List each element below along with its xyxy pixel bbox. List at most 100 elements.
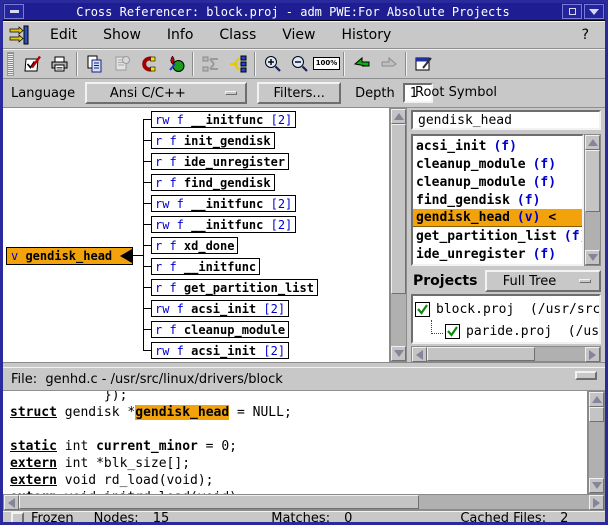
scroll-down-button[interactable]: [589, 478, 604, 493]
graph-node[interactable]: r f __initfunc: [151, 258, 260, 275]
project-tree-item[interactable]: paride.proj (/usr/src: [415, 320, 599, 342]
window-menu-button[interactable]: [4, 4, 24, 19]
history-back-icon: [352, 54, 372, 74]
graph-collapse-button[interactable]: [197, 51, 224, 77]
project-tree-item[interactable]: block.proj (/usr/src/lin: [415, 298, 599, 320]
magnet-mode-button[interactable]: [135, 51, 162, 77]
language-select[interactable]: Ansi C/C++: [85, 82, 247, 104]
root-arrow-icon: [120, 249, 132, 263]
properties-button[interactable]: [410, 51, 437, 77]
code-vertical-scrollbar[interactable]: [588, 391, 605, 494]
graph-branch-line: [143, 308, 151, 309]
scroll-thumb[interactable]: [391, 124, 406, 294]
shade-button[interactable]: [584, 4, 604, 19]
scroll-trough: [391, 294, 406, 346]
scroll-up-button[interactable]: [391, 109, 406, 124]
sash-handle[interactable]: [575, 371, 597, 380]
code-line: struct gendisk *gendisk_head = NULL;: [10, 404, 292, 421]
status-bar: Frozen Nodes: 15 Matches: 0 Cached Files…: [3, 510, 605, 525]
graph-canvas[interactable]: rw f __initfunc [2] r f init_gendiskr f i…: [3, 108, 390, 362]
scroll-right-button[interactable]: [585, 347, 600, 362]
app-icon: [7, 24, 31, 46]
symbol-list-item[interactable]: ide_unregister(f): [413, 245, 582, 263]
symbol-list-item[interactable]: find_gendisk(f): [413, 191, 582, 209]
scroll-left-button[interactable]: [412, 347, 427, 362]
graph-node[interactable]: r f get_partition_list: [151, 279, 318, 296]
symbol-list-scrollbar[interactable]: [584, 134, 601, 266]
copy-button[interactable]: [81, 51, 108, 77]
scroll-down-button[interactable]: [585, 250, 600, 265]
frozen-checkbox[interactable]: [11, 512, 24, 525]
projects-tree: block.proj (/usr/src/linparide.proj (/us…: [411, 294, 601, 344]
scroll-right-button[interactable]: [589, 495, 604, 510]
symbol-list-item[interactable]: cleanup_module(f): [413, 155, 582, 173]
projects-horizontal-scrollbar[interactable]: [411, 346, 601, 362]
graph-branch-line: [143, 329, 151, 330]
symbol-list-item[interactable]: get_partition_list(f): [413, 227, 582, 245]
scroll-down-button[interactable]: [391, 346, 406, 361]
code-horizontal-scrollbar[interactable]: [3, 494, 605, 510]
filters-button[interactable]: Filters...: [257, 82, 341, 104]
maximize-button[interactable]: [562, 4, 582, 19]
graph-node[interactable]: r f ide_unregister: [151, 153, 289, 170]
graph-node[interactable]: r f init_gendisk: [151, 132, 275, 149]
zoom-out-button[interactable]: [286, 51, 313, 77]
symbol-list-item[interactable]: gendisk_head(v)<: [413, 209, 582, 227]
graph-branch-line: [143, 203, 151, 204]
print-icon: [50, 54, 70, 74]
graph-node[interactable]: r f find_gendisk: [151, 174, 275, 191]
graph-node[interactable]: r f xd_done: [151, 237, 238, 254]
magnet-mode-icon: [139, 54, 159, 74]
scroll-thumb[interactable]: [19, 495, 419, 509]
edit-annotation-button[interactable]: [19, 51, 46, 77]
scroll-up-button[interactable]: [589, 392, 604, 407]
graph-vertical-scrollbar[interactable]: [390, 108, 407, 362]
arrow-up-icon: [592, 396, 602, 403]
history-forward-button[interactable]: [375, 51, 402, 77]
project-checkbox[interactable]: [415, 302, 430, 317]
cached-files-value: 2: [560, 511, 568, 525]
scroll-thumb[interactable]: [427, 347, 535, 361]
scroll-thumb[interactable]: [585, 150, 600, 212]
symbol-list: acsi_init(f)cleanup_module(f)cleanup_mod…: [411, 134, 584, 266]
menu-show[interactable]: Show: [90, 24, 154, 46]
cached-files-label: Cached Files:: [460, 511, 546, 525]
graph-root-node[interactable]: v gendisk_head: [6, 247, 133, 265]
symbol-list-item[interactable]: cleanup_module(f): [413, 173, 582, 191]
graph-expand-button[interactable]: [224, 51, 251, 77]
menu-help[interactable]: ?: [574, 24, 597, 46]
highlight-colors-button[interactable]: [162, 51, 189, 77]
symbol-list-item[interactable]: acsi_init(f): [413, 137, 582, 155]
zoom-in-button[interactable]: [259, 51, 286, 77]
graph-node[interactable]: rw f __initfunc [2]: [151, 111, 296, 128]
graph-node[interactable]: rw f __initfunc [2]: [151, 195, 296, 212]
scroll-up-button[interactable]: [585, 135, 600, 150]
paste-button[interactable]: [108, 51, 135, 77]
menu-view[interactable]: View: [269, 24, 328, 46]
toolbar-grip[interactable]: [7, 52, 14, 76]
zoom-100-button[interactable]: 100%: [313, 51, 340, 77]
arrow-right-icon: [589, 350, 596, 360]
project-checkbox[interactable]: [445, 324, 460, 339]
graph-node[interactable]: rw f acsi_init [2]: [151, 300, 289, 317]
graph-node[interactable]: r f cleanup_module: [151, 321, 289, 338]
graph-node[interactable]: rw f __initfunc [2]: [151, 216, 296, 233]
menu-edit[interactable]: Edit: [37, 24, 90, 46]
print-button[interactable]: [46, 51, 73, 77]
graph-branch-line: [143, 140, 151, 141]
menu-class[interactable]: Class: [206, 24, 269, 46]
projects-mode-select[interactable]: Full Tree: [485, 270, 601, 292]
cross-referencer-window: Cross Referencer: block.proj - adm PWE:F…: [0, 0, 608, 525]
code-view[interactable]: });struct gendisk *gendisk_head = NULL; …: [3, 391, 588, 494]
arrow-left-icon: [8, 498, 15, 508]
toolbar-separator: [343, 52, 345, 76]
graph-node[interactable]: rw f acsi_init [2]: [151, 342, 289, 359]
graph-branch-line: [143, 287, 151, 288]
graph-expand-icon: [228, 54, 248, 74]
menu-history[interactable]: History: [328, 24, 404, 46]
root-symbol-input[interactable]: [411, 110, 601, 130]
menu-info[interactable]: Info: [154, 24, 207, 46]
scroll-left-button[interactable]: [4, 495, 19, 510]
history-back-button[interactable]: [348, 51, 375, 77]
scroll-thumb[interactable]: [589, 407, 604, 422]
